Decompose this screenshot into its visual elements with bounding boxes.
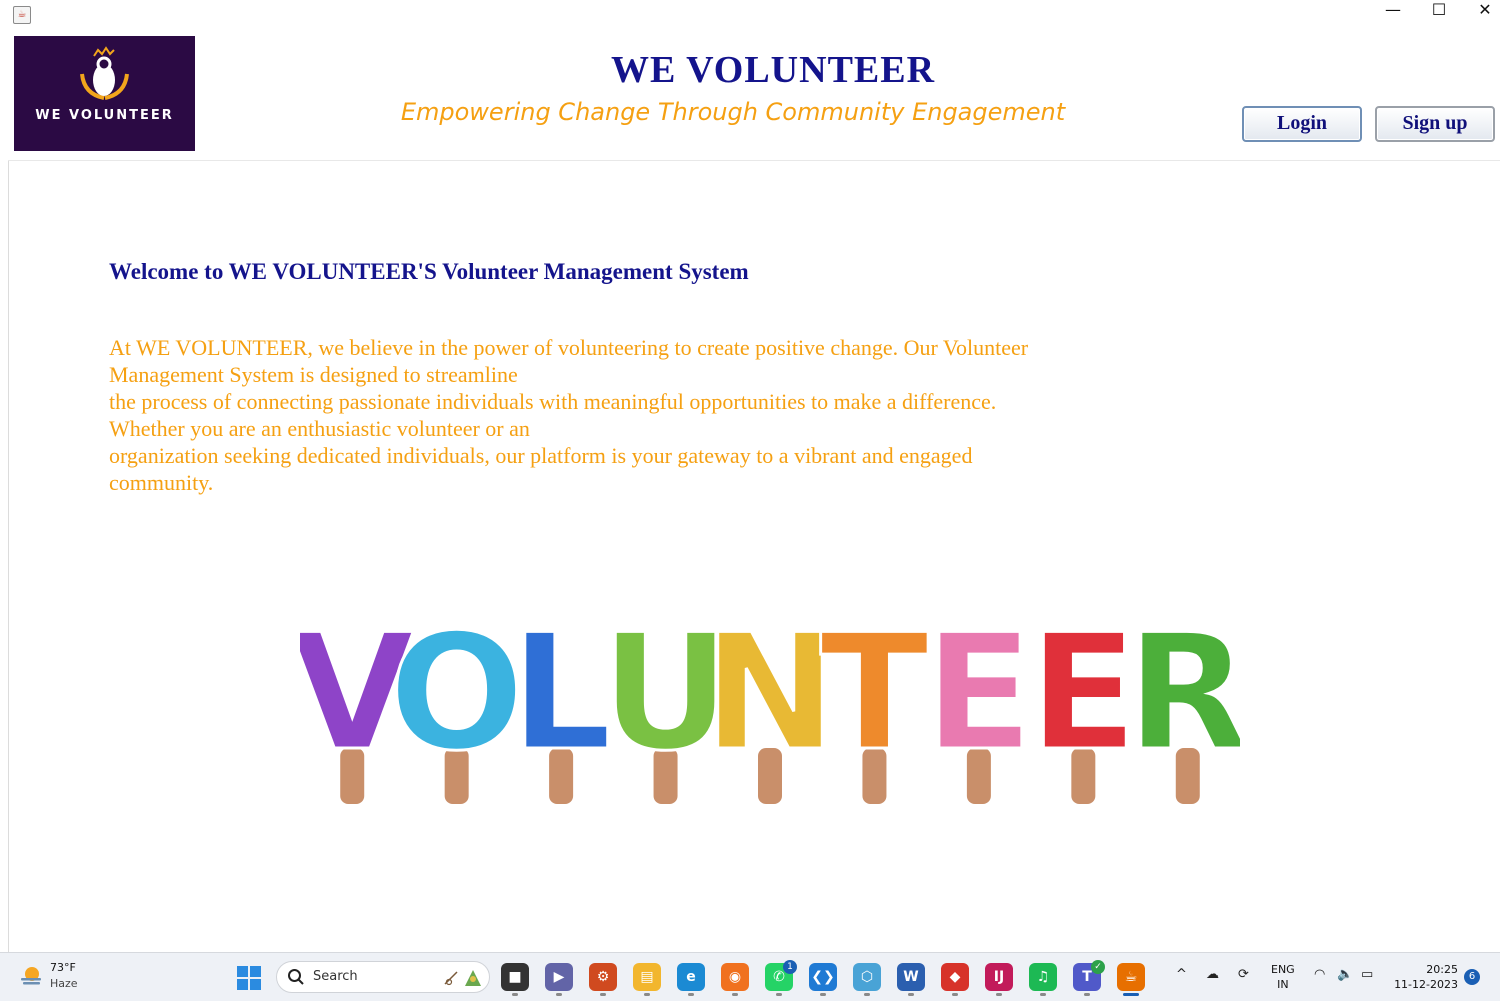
intro-paragraph: At WE VOLUNTEER, we believe in the power… bbox=[109, 334, 1069, 496]
refresh-icon[interactable]: ⟳ bbox=[1238, 967, 1249, 982]
running-indicator bbox=[644, 993, 650, 996]
running-indicator bbox=[908, 993, 914, 996]
running-indicator bbox=[688, 993, 694, 996]
intro-line: organization seeking dedicated individua… bbox=[109, 443, 973, 468]
whatsapp-badge: 1 bbox=[783, 960, 797, 974]
window-left-edge bbox=[0, 30, 9, 952]
java-app-icon: ☕ bbox=[13, 6, 31, 24]
firefox-browser-icon[interactable]: ◉ bbox=[721, 963, 749, 991]
volunteer-balloon-banner: VOLUNTEER bbox=[300, 608, 1240, 804]
chevron-up-icon[interactable]: ^ bbox=[1176, 967, 1187, 982]
search-icon bbox=[288, 969, 304, 985]
balloon-letter: O bbox=[389, 608, 525, 786]
notification-count-badge[interactable]: 6 bbox=[1464, 969, 1480, 985]
system-clock[interactable]: 20:25 11-12-2023 bbox=[1388, 962, 1458, 992]
logo-text: WE VOLUNTEER bbox=[35, 108, 174, 123]
clock-date: 11-12-2023 bbox=[1394, 978, 1458, 991]
intellij-icon[interactable]: IJ bbox=[985, 963, 1013, 991]
page-title: WE VOLUNTEER bbox=[610, 49, 936, 91]
balloon-letter: R bbox=[1126, 608, 1240, 786]
balloon-letter: L bbox=[510, 608, 612, 786]
language-code: ENG bbox=[1271, 963, 1295, 976]
running-indicator bbox=[512, 993, 518, 996]
cloud-sync-icon[interactable]: ☁ bbox=[1206, 967, 1219, 982]
intro-line: Management System is designed to streaml… bbox=[109, 362, 518, 387]
signup-button[interactable]: Sign up bbox=[1375, 106, 1495, 142]
running-indicator bbox=[1040, 993, 1046, 996]
minimize-button[interactable]: — bbox=[1370, 0, 1416, 30]
file-explorer-dark-icon[interactable]: ■ bbox=[501, 963, 529, 991]
intro-line: community. bbox=[109, 470, 214, 495]
running-indicator bbox=[600, 993, 606, 996]
hexagon-app-icon[interactable]: ⬡ bbox=[853, 963, 881, 991]
window-titlebar: ☕ — ☐ ✕ bbox=[0, 0, 1500, 31]
java-app-icon[interactable]: ☕ bbox=[1117, 963, 1145, 991]
weather-temperature: 73°F bbox=[50, 961, 76, 974]
region-code: IN bbox=[1277, 978, 1289, 991]
close-button[interactable]: ✕ bbox=[1462, 0, 1500, 30]
battery-icon[interactable]: ▭ bbox=[1361, 967, 1373, 982]
git-app-icon[interactable]: ◆ bbox=[941, 963, 969, 991]
running-indicator bbox=[820, 993, 826, 996]
weather-haze-icon[interactable] bbox=[18, 963, 44, 989]
intro-line: Whether you are an enthusiastic voluntee… bbox=[109, 416, 530, 441]
maximize-button[interactable]: ☐ bbox=[1416, 0, 1462, 30]
windows-start-icon[interactable] bbox=[236, 965, 262, 991]
wifi-icon[interactable]: ◠ bbox=[1314, 967, 1325, 982]
weather-condition: Haze bbox=[50, 977, 78, 990]
login-button[interactable]: Login bbox=[1242, 106, 1362, 142]
spotify-icon[interactable]: ♫ bbox=[1029, 963, 1057, 991]
logo-emblem-icon bbox=[80, 46, 129, 100]
taskbar-search[interactable]: Search bbox=[276, 961, 490, 993]
balloon-letter: E bbox=[924, 608, 1033, 786]
running-indicator bbox=[864, 993, 870, 996]
running-indicator bbox=[776, 993, 782, 996]
word-icon[interactable]: W bbox=[897, 963, 925, 991]
balloon-letter: T bbox=[820, 608, 929, 786]
video-chat-icon[interactable]: ▶ bbox=[545, 963, 573, 991]
volume-icon[interactable]: 🔈 bbox=[1337, 967, 1353, 982]
balloon-letter: N bbox=[703, 608, 837, 786]
tagline: Empowering Change Through Community Enga… bbox=[400, 98, 1066, 126]
running-indicator bbox=[952, 993, 958, 996]
language-indicator[interactable]: ENG IN bbox=[1271, 962, 1295, 992]
running-indicator bbox=[996, 993, 1002, 996]
teams-check-badge: ✓ bbox=[1091, 960, 1105, 974]
search-placeholder: Search bbox=[313, 969, 358, 984]
file-explorer-icon[interactable]: ▤ bbox=[633, 963, 661, 991]
running-indicator bbox=[556, 993, 562, 996]
running-indicator bbox=[732, 993, 738, 996]
app-header: WE VOLUNTEER WE VOLUNTEER Empowering Cha… bbox=[8, 30, 1500, 161]
running-indicator bbox=[1123, 993, 1139, 996]
search-highlight-icon bbox=[444, 970, 481, 986]
settings-gear-icon[interactable]: ⚙ bbox=[589, 963, 617, 991]
edge-browser-icon[interactable]: e bbox=[677, 963, 705, 991]
logo: WE VOLUNTEER bbox=[14, 36, 195, 151]
taskbar: 73°F Haze Search ■ ▶ ⚙ ▤ e ◉ ✆ ❮❯ ⬡ W ◆ IJ ♫ T ☕ 1 ✓ ^… bbox=[0, 952, 1500, 1001]
welcome-heading: Welcome to WE VOLUNTEER'S Volunteer Mana… bbox=[109, 259, 749, 284]
balloon-letter: E bbox=[1029, 608, 1138, 786]
clock-time: 20:25 bbox=[1426, 963, 1458, 976]
running-indicator bbox=[1084, 993, 1090, 996]
intro-line: the process of connecting passionate ind… bbox=[109, 389, 997, 414]
vscode-icon[interactable]: ❮❯ bbox=[809, 963, 837, 991]
intro-line: At WE VOLUNTEER, we believe in the power… bbox=[109, 335, 1029, 360]
